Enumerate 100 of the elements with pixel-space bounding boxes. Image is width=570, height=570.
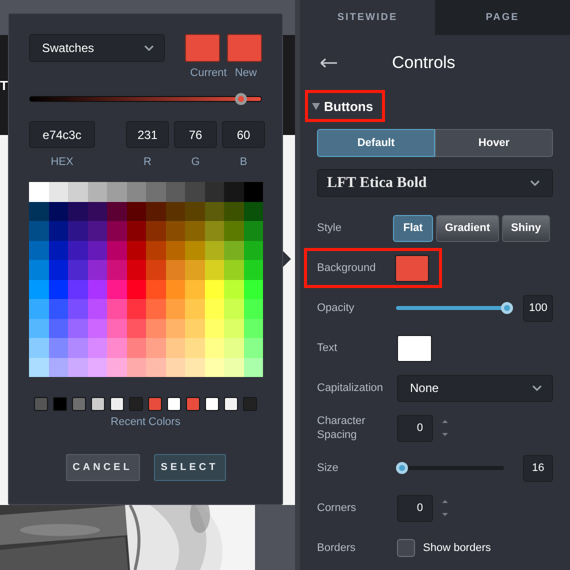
brightness-slider[interactable] [29, 93, 262, 105]
color-swatch[interactable] [107, 240, 126, 260]
color-swatch[interactable] [166, 221, 185, 240]
recent-color-swatch[interactable] [224, 397, 238, 411]
recent-color-swatch[interactable] [205, 397, 219, 411]
color-swatch[interactable] [107, 299, 126, 318]
select-button[interactable]: SELECT [154, 454, 226, 481]
color-swatch[interactable] [146, 182, 166, 202]
color-swatch[interactable] [224, 240, 244, 260]
color-value-field[interactable]: 60 [222, 121, 265, 148]
color-swatch[interactable] [126, 260, 146, 280]
color-swatch[interactable] [166, 240, 185, 260]
color-swatch[interactable] [224, 221, 244, 240]
color-swatch[interactable] [185, 240, 204, 260]
color-swatch[interactable] [126, 221, 146, 240]
color-swatch[interactable] [166, 280, 185, 299]
recent-color-swatch[interactable] [34, 397, 48, 411]
color-swatch[interactable] [126, 182, 146, 202]
color-swatch[interactable] [29, 318, 48, 338]
recent-color-swatch[interactable] [91, 397, 105, 411]
stepper-arrows-icon[interactable] [441, 498, 449, 518]
color-swatch[interactable] [107, 221, 126, 240]
value-field[interactable]: 100 [523, 294, 554, 322]
color-swatch[interactable] [29, 182, 48, 202]
color-swatch[interactable] [68, 260, 88, 280]
color-swatch[interactable] [224, 338, 244, 358]
back-arrow-icon[interactable] [320, 58, 337, 68]
color-swatch[interactable] [166, 358, 185, 377]
color-swatch[interactable] [88, 260, 107, 280]
recent-color-swatch[interactable] [186, 397, 200, 411]
number-field[interactable]: 0 [397, 494, 433, 522]
color-swatch[interactable] [244, 358, 263, 377]
mode-dropdown[interactable]: Swatches [29, 34, 165, 62]
color-swatch[interactable] [224, 358, 244, 377]
color-swatch[interactable] [48, 299, 68, 318]
color-swatch[interactable] [146, 260, 166, 280]
color-swatch[interactable] [48, 260, 68, 280]
color-swatch[interactable] [29, 202, 48, 221]
color-swatch[interactable] [29, 240, 48, 260]
color-swatch[interactable] [68, 318, 88, 338]
tab[interactable]: PAGE [435, 0, 570, 35]
style-option[interactable]: Gradient [436, 214, 500, 242]
color-swatch[interactable] [394, 254, 429, 282]
color-swatch[interactable] [166, 338, 185, 358]
color-swatch[interactable] [88, 182, 107, 202]
color-swatch[interactable] [29, 338, 48, 358]
color-swatch[interactable] [88, 299, 107, 318]
checkbox[interactable] [397, 539, 415, 557]
color-swatch[interactable] [244, 202, 263, 221]
color-swatch[interactable] [146, 280, 166, 299]
color-swatch[interactable] [244, 260, 263, 280]
color-swatch[interactable] [185, 338, 204, 358]
color-swatch[interactable] [204, 240, 224, 260]
color-swatch[interactable] [185, 221, 204, 240]
color-swatch[interactable] [29, 260, 48, 280]
color-swatch[interactable] [126, 280, 146, 299]
color-swatch[interactable] [68, 202, 88, 221]
color-swatch[interactable] [88, 280, 107, 299]
color-swatch[interactable] [29, 299, 48, 318]
color-swatch[interactable] [244, 318, 263, 338]
color-swatch[interactable] [244, 221, 263, 240]
capitalization-dropdown[interactable]: None [397, 374, 553, 402]
color-swatch[interactable] [204, 260, 224, 280]
color-swatch[interactable] [107, 318, 126, 338]
color-swatch[interactable] [88, 240, 107, 260]
color-swatch[interactable] [204, 299, 224, 318]
color-swatch[interactable] [126, 318, 146, 338]
recent-color-swatch[interactable] [243, 397, 257, 411]
color-value-field[interactable]: 76 [174, 121, 217, 148]
color-swatch[interactable] [68, 299, 88, 318]
color-swatch[interactable] [166, 182, 185, 202]
color-swatch[interactable] [107, 358, 126, 377]
state-tab[interactable]: Default [317, 129, 435, 157]
color-swatch[interactable] [48, 280, 68, 299]
style-option[interactable]: Shiny [502, 214, 550, 242]
color-swatch[interactable] [166, 260, 185, 280]
value-field[interactable]: 16 [523, 454, 553, 482]
color-swatch[interactable] [204, 318, 224, 338]
font-dropdown[interactable]: LFT Etica Bold [317, 169, 553, 197]
color-swatch[interactable] [68, 338, 88, 358]
color-swatch[interactable] [146, 338, 166, 358]
color-swatch[interactable] [68, 240, 88, 260]
color-swatch[interactable] [185, 358, 204, 377]
color-swatch[interactable] [107, 182, 126, 202]
color-swatch[interactable] [146, 240, 166, 260]
color-swatch[interactable] [107, 202, 126, 221]
color-swatch[interactable] [185, 318, 204, 338]
color-swatch[interactable] [88, 358, 107, 377]
color-swatch[interactable] [185, 182, 204, 202]
color-swatch[interactable] [397, 334, 432, 362]
color-swatch[interactable] [224, 202, 244, 221]
color-value-field[interactable]: 231 [126, 121, 169, 148]
color-swatch[interactable] [48, 182, 68, 202]
slider-thumb[interactable] [396, 462, 408, 474]
color-swatch[interactable] [48, 338, 68, 358]
color-swatch[interactable] [29, 221, 48, 240]
color-swatch[interactable] [244, 182, 263, 202]
style-option[interactable]: Flat [393, 214, 433, 242]
section-header[interactable]: Buttons [305, 90, 385, 122]
recent-color-swatch[interactable] [148, 397, 162, 411]
